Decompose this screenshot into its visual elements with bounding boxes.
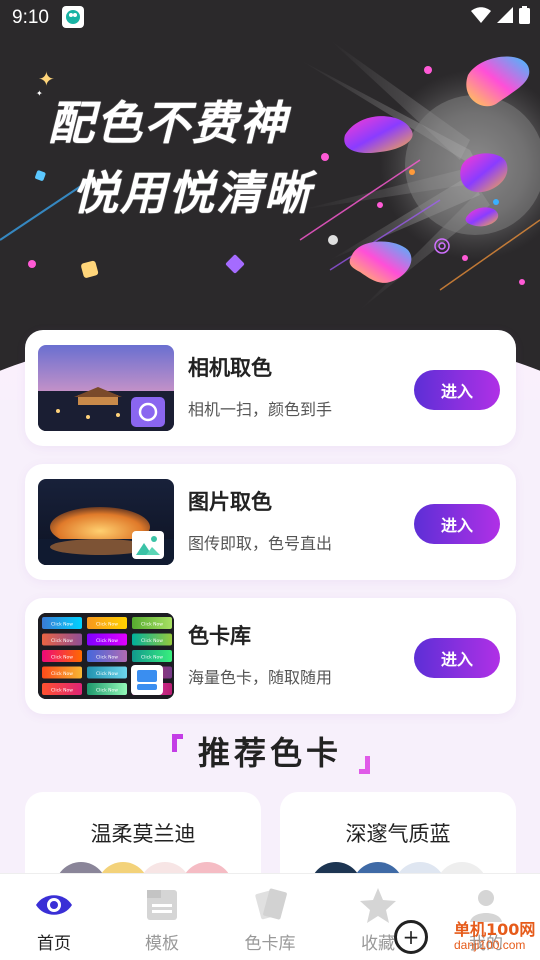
feature-title: 相机取色 (188, 356, 272, 380)
nav-template[interactable]: 模板 (108, 874, 216, 960)
watermark-line-2: danji100.com (454, 938, 526, 952)
nav-label: 色卡库 (244, 934, 296, 954)
svg-text:✦: ✦ (36, 89, 43, 98)
feature-card-image[interactable]: 图片取色 图传即取，色号直出 进入 (25, 464, 516, 580)
feature-title: 色卡库 (188, 624, 251, 648)
slogan-line-2: 悦用悦清晰 (72, 166, 312, 220)
watermark-plus-icon: + (394, 920, 428, 954)
mini-button-label: Click Now (96, 638, 118, 644)
mini-button-label: Click Now (51, 622, 73, 628)
mini-button-label: Click Now (51, 655, 73, 661)
nav-home[interactable]: 首页 (0, 874, 108, 960)
nav-label: 首页 (37, 934, 71, 954)
feature-subtitle: 相机一扫，颜色到手 (188, 400, 333, 419)
mini-button-label: Click Now (141, 638, 163, 644)
battery-icon (519, 6, 530, 24)
cards-icon (255, 888, 287, 920)
palette-name: 温柔莫兰迪 (90, 822, 196, 846)
enter-camera-button[interactable]: 进入 (414, 370, 500, 410)
palette-card-icon-part (137, 670, 157, 682)
section-title: 推荐色卡 (197, 734, 342, 772)
feature-card-camera[interactable]: 相机取色 相机一扫，颜色到手 进入 (25, 330, 516, 446)
slogan-line-1: 配色不费神 (48, 96, 288, 150)
mini-button-label: Click Now (51, 638, 73, 644)
mini-button-label: Click Now (96, 622, 118, 628)
enter-color-library-button[interactable]: 进入 (414, 638, 500, 678)
site-watermark: + 单机100网 danji100.com (392, 912, 540, 958)
mini-button-label: Click Now (51, 688, 73, 694)
nav-color-cards[interactable]: 色卡库 (216, 874, 324, 960)
watermark-line-1: 单机100网 (454, 920, 536, 939)
template-icon (147, 890, 177, 920)
nav-label: 模板 (145, 934, 179, 954)
status-time: 9:10 (12, 7, 49, 28)
mini-button-label: Click Now (96, 688, 118, 694)
hero-slogan: 配色不费神 悦用悦清晰 (48, 88, 312, 228)
mini-button-label: Click Now (51, 671, 73, 677)
feature-card-color-library[interactable]: Click Now Click Now Click Now Click Now Clic… (25, 598, 516, 714)
enter-image-button[interactable]: 进入 (414, 504, 500, 544)
feature-title: 图片取色 (188, 490, 272, 514)
mini-button-label: Click Now (96, 655, 118, 661)
mini-button-label: Click Now (96, 671, 118, 677)
feature-subtitle: 图传即取，色号直出 (188, 534, 333, 553)
mini-button-label: Click Now (141, 622, 163, 628)
feature-subtitle: 海量色卡，随取随用 (188, 668, 333, 687)
title-bracket-right (359, 756, 370, 774)
palette-name: 深邃气质蓝 (345, 822, 451, 846)
feature-card-list: 相机取色 相机一扫，颜色到手 进入 图片取色 图传即取，色号直出 进入 Clic… (25, 330, 516, 732)
app-notification-icon (62, 6, 84, 28)
eye-icon (36, 895, 72, 915)
wifi-icon (471, 7, 491, 23)
mini-button-label: Click Now (141, 655, 163, 661)
palette-card-icon-part (137, 684, 157, 690)
signal-icon (497, 7, 513, 23)
image-thumbnail (38, 479, 174, 565)
camera-thumbnail (38, 345, 174, 431)
status-bar: 9:10 (0, 0, 540, 36)
color-library-thumbnail: Click Now Click Now Click Now Click Now Clic… (38, 613, 174, 699)
